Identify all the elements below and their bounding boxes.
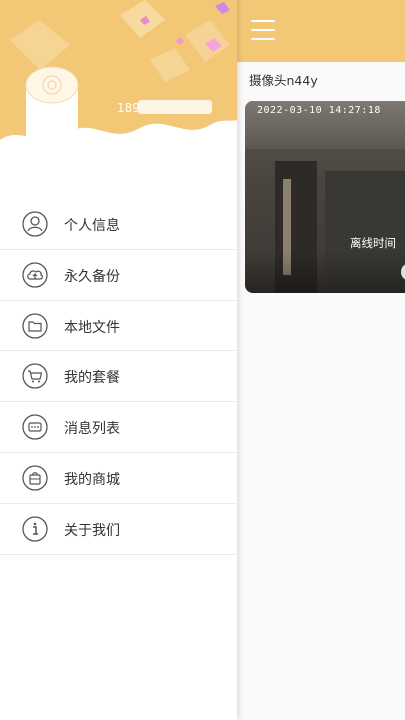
main-panel: 摄像头n44y 2022-03-10 14:27:18 离线时间: [237, 0, 405, 720]
drawer-header: 189: [0, 0, 237, 170]
menu-item-label: 个人信息: [64, 218, 120, 234]
menu-item-label: 我的商城: [64, 471, 120, 488]
camera-offline-label: 离线时间: [350, 236, 396, 250]
shop-icon: [22, 465, 48, 491]
menu-item-label: 消息列表: [64, 421, 120, 438]
menu-item-backup[interactable]: 永久备份: [0, 250, 237, 301]
menu-item-label: 永久备份: [64, 268, 120, 285]
main-header: [237, 0, 405, 62]
side-drawer: 189 个人信息 永久备份 本地文件 我的套餐 消息列表 我的商城 关于我们: [0, 0, 237, 720]
menu-item-local-files[interactable]: 本地文件: [0, 301, 237, 352]
user-phone: 189: [117, 101, 140, 115]
cart-icon: [22, 363, 48, 390]
drawer-menu: 个人信息 永久备份 本地文件 我的套餐 消息列表 我的商城 关于我们: [0, 199, 237, 555]
message-icon: [22, 414, 48, 440]
menu-item-label: 我的套餐: [64, 370, 120, 387]
header-background: [0, 0, 237, 170]
person-icon: [22, 211, 48, 237]
menu-item-profile[interactable]: 个人信息: [0, 199, 237, 250]
info-icon: [22, 516, 48, 542]
menu-item-label: 关于我们: [64, 522, 120, 539]
camera-name: 摄像头n44y: [249, 73, 318, 88]
menu-item-label: 本地文件: [64, 319, 120, 336]
menu-item-shop[interactable]: 我的商城: [0, 453, 237, 504]
camera-preview-card[interactable]: 2022-03-10 14:27:18 离线时间: [245, 101, 405, 293]
camera-timestamp: 2022-03-10 14:27:18: [257, 105, 381, 116]
hamburger-menu-icon[interactable]: [251, 20, 275, 42]
menu-item-about[interactable]: 关于我们: [0, 504, 237, 555]
menu-item-messages[interactable]: 消息列表: [0, 402, 237, 453]
cloud-upload-icon: [22, 262, 48, 288]
folder-icon: [22, 312, 48, 339]
preview-shadow: [245, 251, 405, 293]
menu-item-package[interactable]: 我的套餐: [0, 351, 237, 403]
